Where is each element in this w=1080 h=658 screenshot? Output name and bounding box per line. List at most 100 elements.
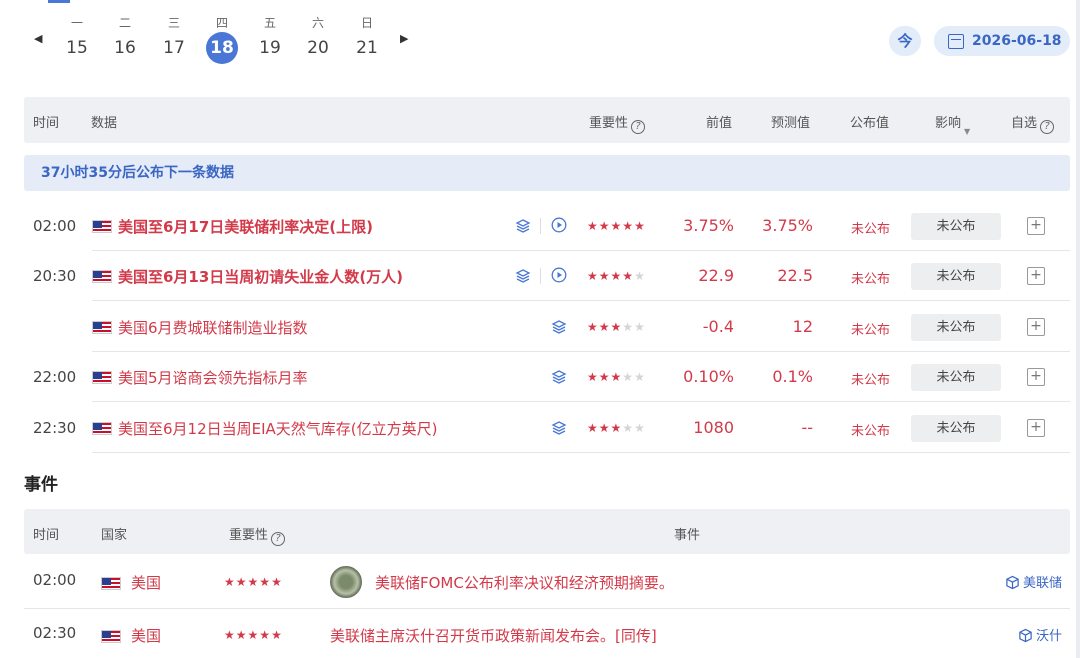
chevron-right-icon[interactable]: ▶ — [400, 32, 408, 45]
impact-badge: 未公布 — [911, 263, 1001, 290]
event-text[interactable]: 美联储主席沃什召开货币政策新闻发布会。[同传] — [330, 625, 657, 646]
indicator-title[interactable]: 美国至6月12日当周EIA天然气库存(亿立方英尺) — [118, 418, 438, 439]
weekday-label: 一 — [70, 16, 83, 30]
event-tag[interactable]: 美联储 — [1005, 572, 1062, 591]
impact-badge: 未公布 — [911, 415, 1001, 442]
event-time: 02:30 — [33, 624, 77, 642]
row-divider — [92, 300, 1070, 301]
day-fri[interactable]: 五 19 — [250, 14, 290, 64]
fed-seal-icon — [330, 566, 362, 598]
col-time: 时间 — [33, 528, 60, 543]
indicator-title[interactable]: 美国至6月17日美联储利率决定(上限) — [118, 216, 373, 237]
impact-badge: 未公布 — [911, 364, 1001, 391]
day-number: 17 — [163, 38, 185, 58]
day-number: 18 — [206, 32, 238, 64]
indicator-title[interactable]: 美国至6月13日当周初请失业金人数(万人) — [118, 266, 403, 287]
event-tag[interactable]: 沃什 — [1018, 625, 1062, 644]
actual-value: 未公布 — [851, 424, 891, 439]
row-divider — [92, 401, 1070, 402]
play-icon[interactable] — [551, 267, 567, 283]
layers-icon[interactable] — [551, 369, 567, 385]
day-mon[interactable]: 一 15 — [57, 14, 97, 64]
indicator-title[interactable]: 美国6月费城联储制造业指数 — [118, 317, 308, 338]
us-flag-icon — [92, 220, 112, 233]
data-row[interactable]: 02:00 美国至6月17日美联储利率决定(上限) ★★★★★ 3.75% 3.75% 未… — [24, 201, 1070, 251]
actual-value: 未公布 — [851, 323, 891, 338]
actual-value: 未公布 — [851, 222, 891, 237]
day-thu-selected[interactable]: 四 18 — [202, 14, 242, 64]
day-wed[interactable]: 三 17 — [154, 14, 194, 64]
caret-down-icon: ▼ — [964, 127, 971, 136]
play-icon[interactable] — [551, 217, 567, 233]
help-icon[interactable]: ? — [631, 120, 646, 134]
importance-stars: ★★★★★ — [224, 628, 283, 642]
day-number: 15 — [66, 38, 88, 58]
col-event: 事件 — [674, 528, 701, 543]
data-row[interactable]: 美国6月费城联储制造业指数 ★★★★★ -0.4 12 未公布 未公布 + — [24, 302, 1070, 352]
calendar-icon — [948, 34, 964, 49]
col-importance-label: 重要性 — [589, 116, 629, 131]
us-flag-icon — [101, 630, 121, 643]
divider — [540, 268, 541, 284]
day-tue[interactable]: 二 16 — [105, 14, 145, 64]
us-flag-icon — [92, 371, 112, 384]
chevron-left-icon[interactable]: ◀ — [34, 32, 42, 45]
layers-icon[interactable] — [515, 268, 531, 284]
help-icon[interactable]: ? — [1040, 120, 1055, 134]
event-tag-label: 美联储 — [1022, 576, 1062, 591]
help-icon[interactable]: ? — [271, 532, 286, 546]
col-impact[interactable]: 影响 ▼ — [935, 112, 970, 136]
col-impact-label: 影响 — [935, 116, 962, 131]
indicator-title[interactable]: 美国5月谘商会领先指标月率 — [118, 367, 308, 388]
col-prev: 前值 — [706, 116, 733, 131]
release-time: 22:00 — [33, 368, 77, 386]
event-time: 02:00 — [33, 571, 77, 589]
col-data: 数据 — [91, 116, 118, 131]
cube-icon — [1005, 575, 1020, 590]
data-row[interactable]: 22:00 美国5月谘商会领先指标月率 ★★★★★ 0.10% 0.1% 未公布 未公布 + — [24, 352, 1070, 402]
add-watch-icon[interactable]: + — [1027, 368, 1045, 386]
layers-icon[interactable] — [551, 420, 567, 436]
day-number: 16 — [114, 38, 136, 58]
next-release-notice: 37小时35分后公布下一条数据 — [24, 155, 1070, 191]
forecast-value: 3.75% — [762, 216, 813, 235]
event-row[interactable]: 02:30 美国 ★★★★★ 美联储主席沃什召开货币政策新闻发布会。[同传] 沃什 — [24, 609, 1070, 658]
add-watch-icon[interactable]: + — [1027, 217, 1045, 235]
weekday-label: 三 — [167, 16, 180, 30]
cube-icon — [1018, 628, 1033, 643]
day-number: 20 — [307, 38, 329, 58]
event-country: 美国 — [131, 627, 162, 645]
impact-badge: 未公布 — [911, 213, 1001, 240]
day-sat[interactable]: 六 20 — [298, 14, 338, 64]
col-actual: 公布值 — [850, 116, 890, 131]
layers-icon[interactable] — [551, 319, 567, 335]
layers-icon[interactable] — [515, 218, 531, 234]
scrollbar-track[interactable] — [1076, 0, 1080, 658]
forecast-value: 12 — [792, 317, 813, 336]
date-picker-label: 2026-06-18 — [972, 33, 1062, 49]
impact-badge: 未公布 — [911, 314, 1001, 341]
data-row[interactable]: 22:30 美国至6月12日当周EIA天然气库存(亿立方英尺) ★★★★★ 1080-… — [24, 403, 1070, 453]
today-button[interactable]: 今 — [889, 26, 921, 56]
weekday-label: 五 — [263, 16, 276, 30]
week-selector: ◀ 一 15 二 16 三 17 四 18 五 19 六 20 日 21 ▶ 今… — [0, 0, 1080, 90]
event-country: 美国 — [131, 574, 162, 592]
col-importance-label: 重要性 — [229, 528, 269, 543]
actual-value: 未公布 — [851, 373, 891, 388]
add-watch-icon[interactable]: + — [1027, 419, 1045, 437]
us-flag-icon — [101, 577, 121, 590]
col-watch: 自选? — [1011, 112, 1055, 134]
release-time: 20:30 — [33, 267, 77, 285]
event-text[interactable]: 美联储FOMC公布利率决议和经济预期摘要。 — [375, 572, 674, 593]
events-section-title: 事件 — [24, 475, 58, 495]
weekday-label: 日 — [360, 16, 373, 30]
event-row[interactable]: 02:00 美国 ★★★★★ 美联储FOMC公布利率决议和经济预期摘要。 美联储 — [24, 556, 1070, 609]
data-row[interactable]: 20:30 美国至6月13日当周初请失业金人数(万人) ★★★★★ 22.9 22.5 未… — [24, 251, 1070, 301]
day-sun[interactable]: 日 21 — [347, 14, 387, 64]
us-flag-icon — [92, 270, 112, 283]
add-watch-icon[interactable]: + — [1027, 267, 1045, 285]
col-country: 国家 — [101, 528, 128, 543]
date-picker-button[interactable]: 2026-06-18 — [934, 26, 1070, 56]
add-watch-icon[interactable]: + — [1027, 318, 1045, 336]
events-table-header: 时间 国家 重要性? 事件 — [24, 509, 1070, 554]
